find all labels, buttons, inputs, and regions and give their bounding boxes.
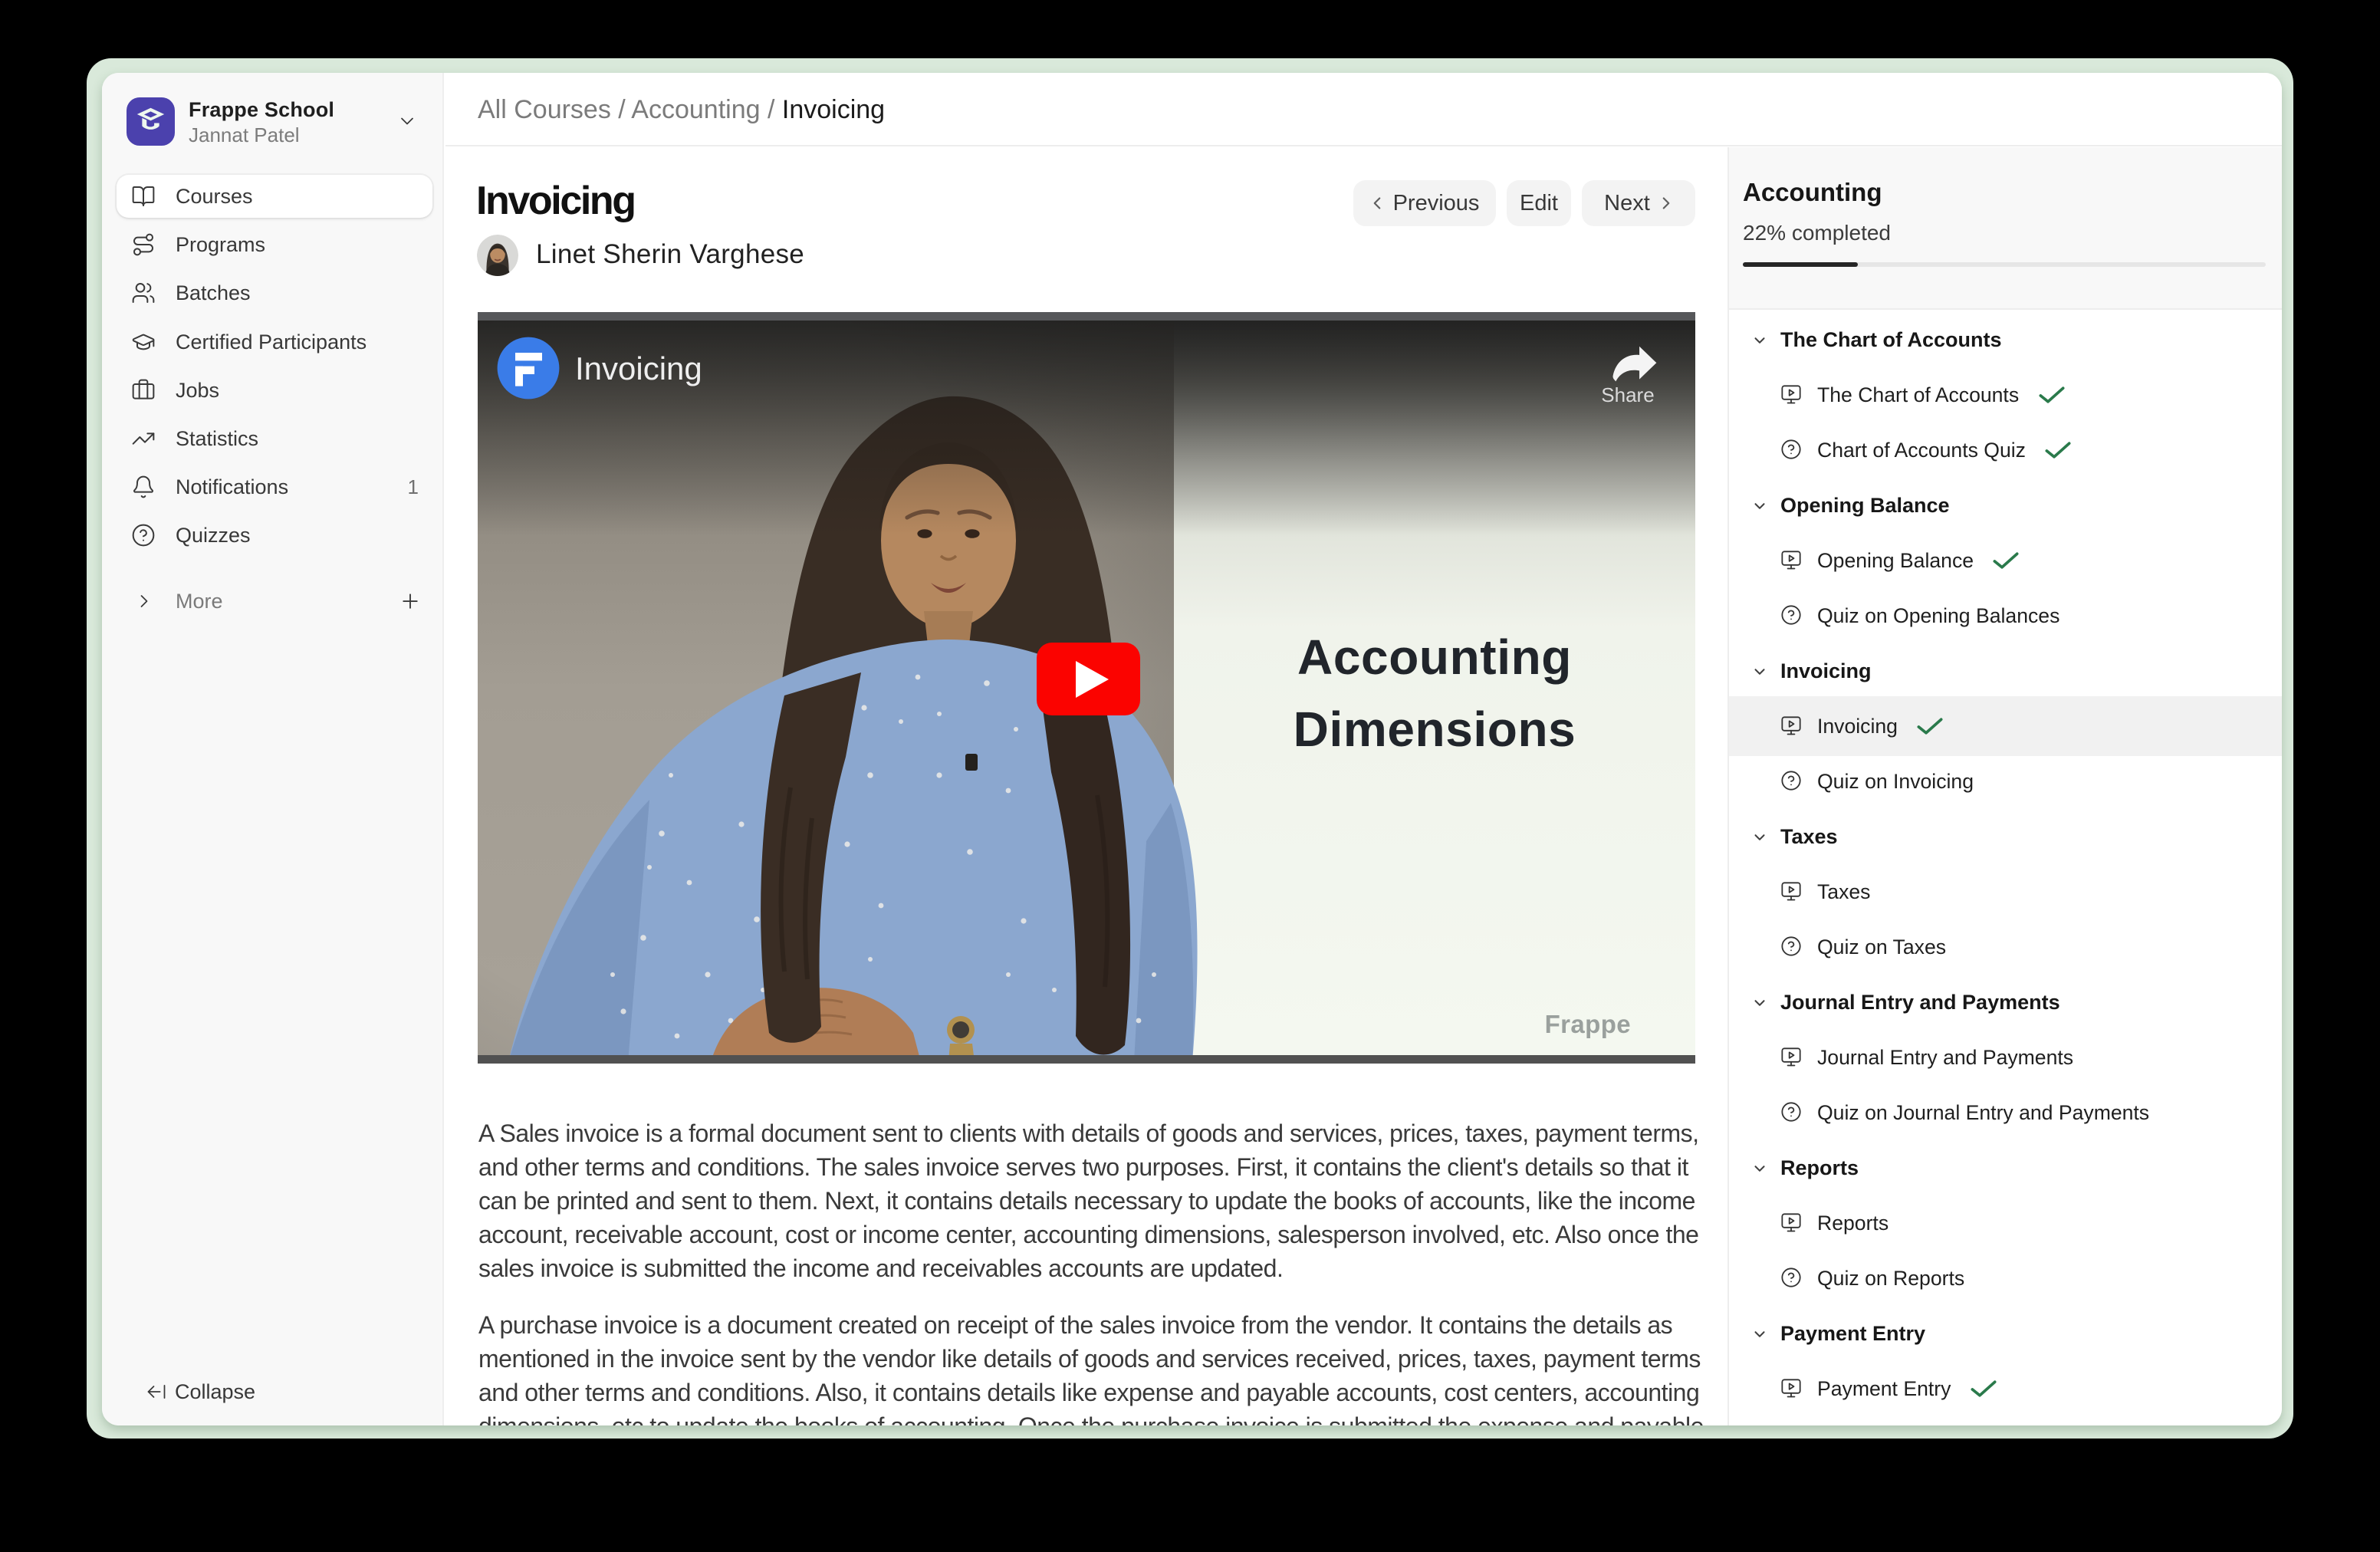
svg-text:Frappe: Frappe [1545, 1010, 1631, 1038]
svg-text:Dimensions: Dimensions [1294, 702, 1576, 757]
svg-text:Accounting: Accounting [1297, 630, 1572, 685]
svg-text:Share: Share [1601, 383, 1654, 406]
svg-text:Invoicing: Invoicing [575, 350, 702, 386]
